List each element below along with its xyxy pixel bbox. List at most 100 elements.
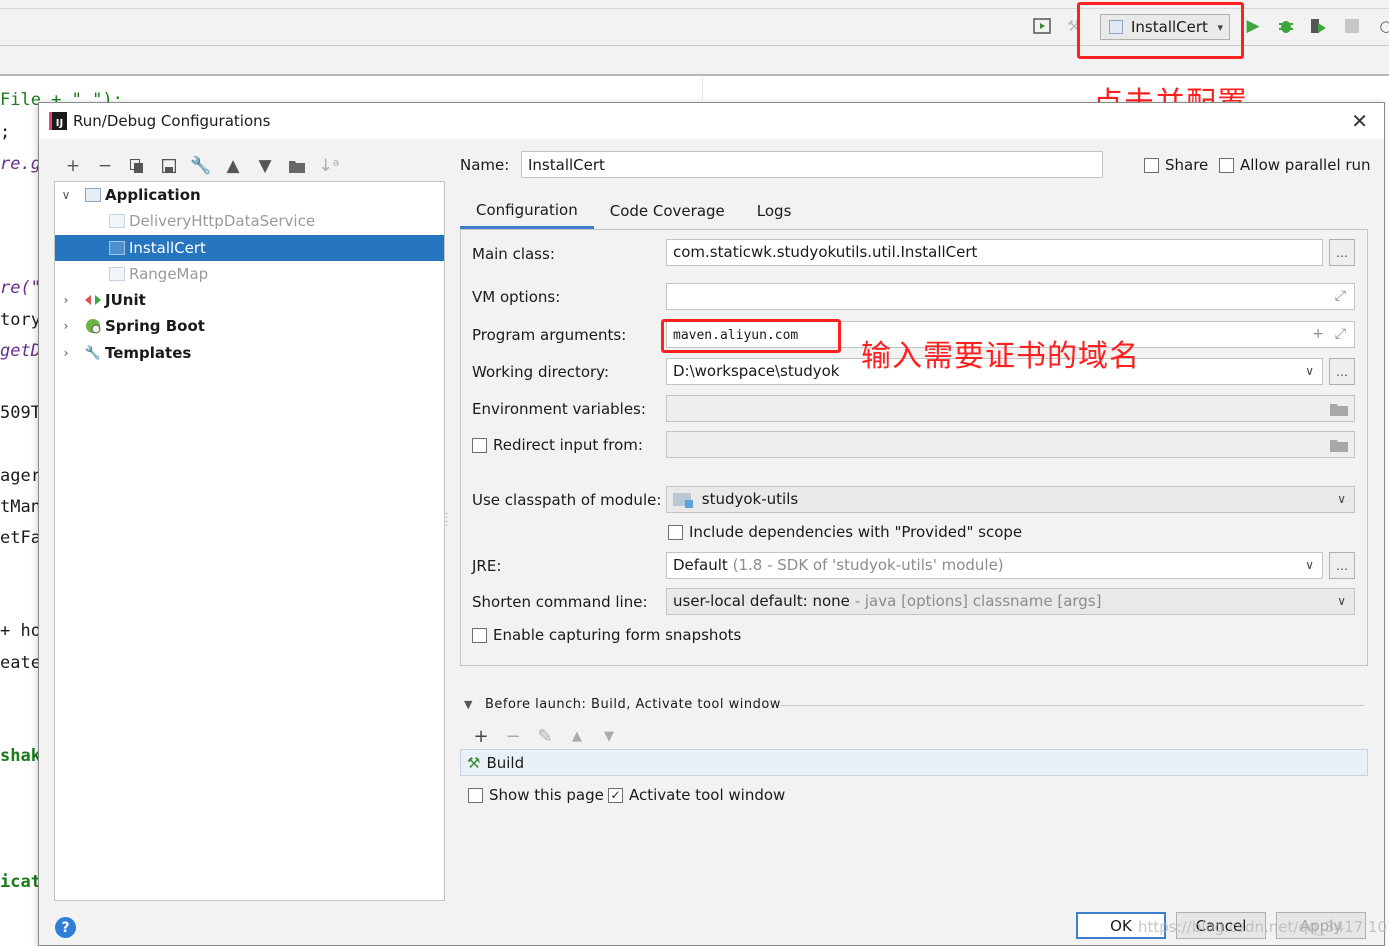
- tree-node-spring-boot[interactable]: › Spring Boot: [55, 313, 444, 339]
- capture-snapshots-checkbox[interactable]: Enable capturing form snapshots: [472, 626, 741, 644]
- expand-icon[interactable]: ⤢: [1335, 284, 1346, 309]
- chevron-down-icon[interactable]: ∨: [59, 188, 73, 202]
- copy-icon[interactable]: [121, 153, 153, 179]
- classpath-select[interactable]: studyok-utils ∨: [666, 486, 1355, 513]
- checkbox-box[interactable]: [472, 437, 487, 453]
- editor-margin-line: [702, 78, 703, 100]
- env-vars-input[interactable]: [666, 395, 1355, 422]
- tree-label: InstallCert: [129, 239, 206, 257]
- sort-icon[interactable]: ↓ᵃ: [313, 153, 345, 179]
- tab-configuration[interactable]: Configuration: [460, 193, 594, 229]
- tab-code-coverage[interactable]: Code Coverage: [594, 193, 741, 229]
- move-down-icon[interactable]: ▼: [593, 723, 625, 749]
- move-up-icon[interactable]: ▲: [561, 723, 593, 749]
- include-deps-checkbox[interactable]: Include dependencies with "Provided" sco…: [668, 523, 1022, 541]
- show-page-checkbox[interactable]: Show this page: [468, 786, 604, 804]
- remove-icon[interactable]: −: [89, 153, 121, 179]
- run-icon[interactable]: ▶: [1243, 16, 1263, 36]
- checkbox-box[interactable]: [468, 787, 483, 803]
- before-launch-header[interactable]: ▼ Before launch: Build, Activate tool wi…: [464, 697, 781, 712]
- tree-node-templates[interactable]: › 🔧 Templates: [55, 340, 444, 366]
- move-down-icon[interactable]: ▼: [249, 153, 281, 179]
- working-dir-value: D:\workspace\studyok: [673, 362, 840, 380]
- remove-icon[interactable]: −: [497, 723, 529, 749]
- capture-snapshots-label: Enable capturing form snapshots: [493, 626, 742, 644]
- tree-item-rangemap[interactable]: RangeMap: [55, 261, 444, 287]
- classpath-value: studyok-utils: [701, 490, 799, 508]
- vm-options-label: VM options:: [472, 288, 561, 306]
- tab-logs[interactable]: Logs: [741, 193, 808, 229]
- chevron-right-icon[interactable]: ›: [59, 293, 73, 307]
- allow-parallel-checkbox[interactable]: Allow parallel run: [1219, 156, 1371, 174]
- add-icon[interactable]: +: [465, 723, 497, 749]
- tree-item-installcert[interactable]: InstallCert: [55, 235, 444, 261]
- add-icon[interactable]: +: [57, 153, 89, 179]
- before-launch-list: ⚒ Build: [460, 749, 1368, 776]
- layout-icon[interactable]: [1032, 16, 1052, 36]
- vm-options-input[interactable]: ⤢: [666, 283, 1355, 310]
- config-tree: ∨ Application DeliveryHttpDataService In…: [54, 181, 445, 901]
- jre-value: Default: [673, 556, 728, 574]
- build-task-label[interactable]: Build: [486, 754, 524, 772]
- share-checkbox[interactable]: Share: [1144, 156, 1208, 174]
- working-dir-label: Working directory:: [472, 363, 610, 381]
- dialog-title: Run/Debug Configurations: [73, 112, 271, 130]
- browse-working-dir-button[interactable]: …: [1329, 358, 1355, 385]
- splitter-handle[interactable]: · · · ·: [445, 510, 451, 532]
- activate-window-label: Activate tool window: [629, 786, 786, 804]
- redirect-input[interactable]: [666, 431, 1355, 458]
- chevron-down-icon[interactable]: ∨: [1305, 553, 1314, 578]
- chevron-down-icon[interactable]: ∨: [1337, 589, 1346, 614]
- search-icon[interactable]: ○: [1376, 16, 1389, 36]
- coverage-icon[interactable]: [1308, 16, 1328, 36]
- shorten-cmd-label: Shorten command line:: [472, 593, 648, 611]
- shorten-cmd-select[interactable]: user-local default: none - java [options…: [666, 588, 1355, 615]
- jre-select[interactable]: Default (1.8 - SDK of 'studyok-utils' mo…: [666, 552, 1323, 579]
- folder-icon[interactable]: [1330, 396, 1348, 421]
- checkbox-box[interactable]: [1219, 157, 1234, 173]
- configuration-panel: Main class: com.staticwk.studyokutils.ut…: [460, 229, 1368, 666]
- add-icon[interactable]: +: [1312, 322, 1324, 347]
- new-folder-icon[interactable]: [281, 153, 313, 179]
- chevron-down-icon[interactable]: ∨: [1337, 487, 1346, 512]
- tree-label: Templates: [105, 344, 192, 362]
- code-line: ager: [0, 466, 41, 486]
- main-class-input[interactable]: com.staticwk.studyokutils.util.InstallCe…: [666, 239, 1323, 266]
- hammer-icon: ⚒: [467, 753, 481, 772]
- tree-node-junit[interactable]: › JUnit: [55, 287, 444, 313]
- browse-main-class-button[interactable]: …: [1329, 239, 1355, 266]
- annotation-enter-domain: 输入需要证书的域名: [861, 339, 1140, 374]
- chevron-right-icon[interactable]: ›: [59, 319, 73, 333]
- tree-item-delivery[interactable]: DeliveryHttpDataService: [55, 208, 444, 234]
- shorten-value: user-local default: none: [673, 592, 850, 610]
- watermark: https://blog.csdn.net/qq_3417 1011: [1138, 918, 1389, 936]
- chevron-down-icon[interactable]: ▼: [464, 698, 473, 711]
- checkbox-box[interactable]: [668, 524, 683, 540]
- folder-icon[interactable]: [1330, 432, 1348, 457]
- chevron-right-icon[interactable]: ›: [59, 346, 73, 360]
- chevron-down-icon[interactable]: ∨: [1305, 359, 1314, 384]
- debug-icon[interactable]: [1276, 16, 1296, 36]
- move-up-icon[interactable]: ▲: [217, 153, 249, 179]
- checkbox-box[interactable]: [1144, 157, 1159, 173]
- tree-label: JUnit: [105, 291, 146, 309]
- save-icon[interactable]: [153, 153, 185, 179]
- main-class-label: Main class:: [472, 245, 555, 263]
- redirect-input-checkbox[interactable]: Redirect input from:: [472, 436, 643, 454]
- stop-icon[interactable]: [1342, 16, 1362, 36]
- edit-icon[interactable]: ✎: [529, 723, 561, 749]
- checkbox-box[interactable]: ✓: [608, 787, 623, 803]
- wrench-icon[interactable]: 🔧: [185, 153, 217, 179]
- application-config-icon: [109, 267, 125, 281]
- help-button[interactable]: ?: [55, 917, 76, 938]
- divider: [780, 705, 1364, 706]
- close-icon[interactable]: ✕: [1351, 109, 1368, 133]
- checkbox-box[interactable]: [472, 627, 487, 643]
- tree-node-application[interactable]: ∨ Application: [55, 182, 444, 208]
- name-input[interactable]: [521, 151, 1103, 178]
- run-debug-dialog: IJ Run/Debug Configurations ✕ + − 🔧 ▲ ▼ …: [38, 102, 1385, 946]
- browse-jre-button[interactable]: …: [1329, 552, 1355, 579]
- expand-icon[interactable]: ⤢: [1335, 322, 1346, 347]
- activate-window-checkbox[interactable]: ✓ Activate tool window: [608, 786, 785, 804]
- tree-label: RangeMap: [129, 265, 209, 283]
